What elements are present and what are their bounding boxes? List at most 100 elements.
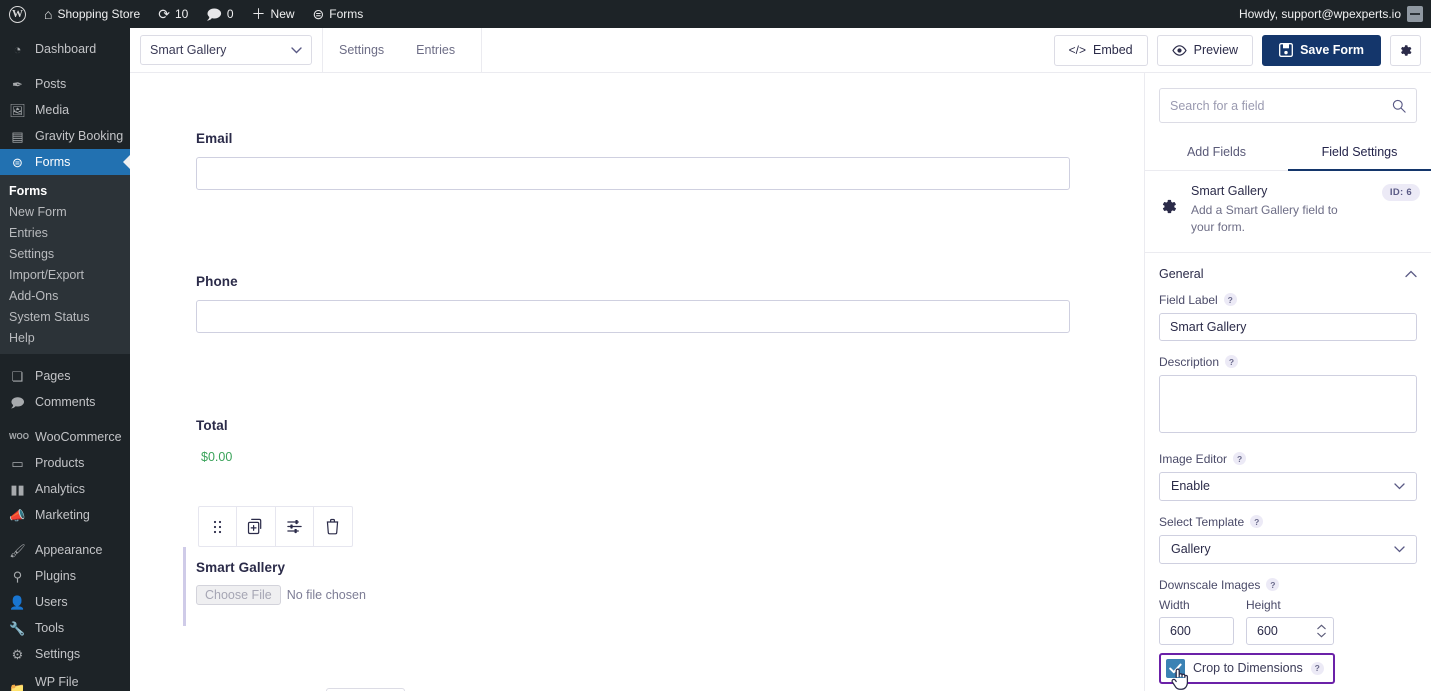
submenu-item-entries[interactable]: Entries — [0, 222, 130, 243]
site-name-menu[interactable]: ⌂ Shopping Store — [35, 0, 149, 28]
width-input[interactable] — [1159, 616, 1234, 645]
section-general-header[interactable]: General — [1145, 253, 1431, 293]
submenu-item-add-ons[interactable]: Add-Ons — [0, 285, 130, 306]
sidebar-item-woocommerce[interactable]: WOO WooCommerce — [0, 424, 130, 450]
new-content-menu[interactable]: ＋ New — [243, 0, 304, 28]
tab-add-fields[interactable]: Add Fields — [1145, 137, 1288, 170]
submenu-item-new-form[interactable]: New Form — [0, 201, 130, 222]
duplicate-glyph — [248, 518, 262, 535]
calendar-icon: ▤ — [11, 128, 24, 144]
sidebar-item-label: WP File Manager — [35, 675, 84, 691]
comment-icon: 🗩 — [10, 394, 25, 410]
sidebar-item-tools[interactable]: 🔧 Tools — [0, 615, 130, 641]
sidebar-item-dashboard[interactable]: ◔ Dashboard — [0, 36, 130, 62]
sidebar-item-media[interactable]: 🖼 Media — [0, 97, 130, 123]
form-switcher-select[interactable]: Smart Gallery — [140, 35, 312, 65]
stepper-up-icon[interactable] — [1317, 624, 1326, 630]
megaphone-icon: 📣 — [9, 507, 26, 523]
sidebar-item-comments[interactable]: 🗩 Comments — [0, 389, 130, 415]
select-template-select[interactable]: Gallery — [1159, 534, 1417, 564]
sidebar-item-label: Analytics — [35, 482, 86, 496]
label-text: Downscale Images — [1159, 577, 1261, 592]
choose-file-button[interactable]: Choose File — [196, 585, 281, 605]
crop-to-dimensions-row[interactable]: Crop to Dimensions ? — [1159, 652, 1335, 690]
adminbar-forms-menu[interactable]: ⊜ Forms — [304, 0, 373, 28]
sidebar-item-label: Media — [35, 103, 70, 117]
submenu-item-import-export[interactable]: Import/Export — [0, 264, 130, 285]
field-settings-icon[interactable] — [276, 507, 314, 546]
save-form-button[interactable]: Save Form — [1262, 34, 1381, 66]
sidebar-item-forms[interactable]: ⊜ Forms — [0, 149, 130, 175]
account-menu[interactable]: Howdy, support@wpexperts.io — [1239, 6, 1431, 22]
avatar — [1407, 6, 1423, 22]
quantity-stepper[interactable] — [1317, 624, 1326, 638]
tab-settings[interactable]: Settings — [323, 28, 400, 73]
wp-admin-bar: W ⌂ Shopping Store ⟳ 10 🗩 0 ＋ New ⊜ Form… — [0, 0, 1431, 28]
comments-menu[interactable]: 🗩 0 — [197, 0, 242, 28]
help-icon[interactable]: ? — [1233, 452, 1247, 466]
form-settings-gear-button[interactable] — [1390, 34, 1421, 66]
sidebar-item-label: Forms — [35, 155, 71, 169]
help-icon[interactable]: ? — [1310, 661, 1324, 675]
help-icon[interactable]: ? — [1266, 578, 1280, 592]
trash-icon[interactable] — [314, 507, 352, 546]
submenu-item-forms[interactable]: Forms — [0, 180, 130, 201]
updates-menu[interactable]: ⟳ 10 — [149, 0, 197, 28]
setting-downscale-images: Downscale Images ? Width Height — [1159, 577, 1417, 690]
sidebar-item-users[interactable]: 👤 Users — [0, 589, 130, 615]
sidebar-item-posts[interactable]: ✒ Posts — [0, 71, 130, 97]
label-text: Description — [1159, 354, 1220, 369]
sidebar-item-settings[interactable]: ⚙ Settings — [0, 641, 130, 667]
help-icon[interactable]: ? — [1225, 355, 1239, 369]
image-editor-select[interactable]: Enable — [1159, 471, 1417, 501]
updates-icon: ⟳ — [158, 6, 170, 22]
sidebar-item-gravity-booking[interactable]: ▤ Gravity Booking — [0, 123, 130, 149]
sidebar-item-analytics[interactable]: ▮▮ Analytics — [0, 476, 130, 502]
sidebar-item-label: Comments — [35, 395, 96, 409]
sidebar-item-label: Settings — [35, 647, 81, 661]
embed-button[interactable]: </> Embed — [1053, 34, 1148, 66]
settings-icon: ⚙ — [11, 646, 24, 662]
description-textarea[interactable] — [1159, 374, 1417, 433]
sidebar-item-label: Plugins — [35, 569, 76, 583]
new-label: New — [270, 7, 295, 21]
help-icon[interactable]: ? — [1250, 515, 1264, 529]
preview-button[interactable]: Preview — [1156, 34, 1254, 66]
search-input[interactable] — [1170, 98, 1392, 113]
form-field-smart-gallery-selected[interactable]: Smart Gallery Choose File No file chosen — [183, 547, 1215, 626]
form-field-phone[interactable]: Phone — [196, 274, 1070, 333]
submenu-item-help[interactable]: Help — [0, 327, 130, 348]
sidebar-item-plugins[interactable]: ⚲ Plugins — [0, 563, 130, 589]
updates-count: 10 — [174, 7, 189, 21]
chevron-down-icon — [291, 46, 302, 53]
email-input[interactable] — [196, 157, 1070, 190]
crop-to-dimensions-checkbox[interactable] — [1166, 658, 1185, 678]
submenu-item-settings[interactable]: Settings — [0, 243, 130, 264]
wp-logo-menu[interactable]: W — [0, 0, 35, 28]
duplicate-icon[interactable] — [237, 507, 276, 546]
help-icon[interactable]: ? — [1223, 293, 1237, 307]
tab-field-settings[interactable]: Field Settings — [1288, 137, 1431, 171]
field-label-input[interactable] — [1159, 312, 1417, 341]
sidebar-item-marketing[interactable]: 📣 Marketing — [0, 502, 130, 528]
drag-handle-icon[interactable] — [199, 507, 238, 546]
general-settings-body: Field Label ? Description ? Image Editor — [1145, 293, 1431, 690]
field-search[interactable] — [1159, 88, 1417, 123]
file-upload-row[interactable]: Choose File No file chosen — [196, 585, 1215, 605]
comment-icon: 🗩 — [206, 6, 222, 22]
form-field-total[interactable]: Total $0.00 — [196, 418, 232, 464]
form-field-email[interactable]: Email — [196, 131, 1070, 190]
sidebar-item-products[interactable]: ▭ Products — [0, 450, 130, 476]
field-label: Total — [196, 418, 228, 433]
folder-icon: 📁 — [9, 681, 26, 691]
sidebar-item-appearance[interactable]: 🖌 Appearance — [0, 537, 130, 563]
description-label: Description ? — [1159, 355, 1417, 369]
sidebar-item-pages[interactable]: ❏ Pages — [0, 363, 130, 389]
phone-input[interactable] — [196, 300, 1070, 333]
submenu-item-system-status[interactable]: System Status — [0, 306, 130, 327]
stepper-down-icon[interactable] — [1317, 632, 1326, 638]
height-label: Height — [1246, 597, 1281, 612]
tab-entries[interactable]: Entries — [400, 28, 471, 73]
image-editor-value: Enable — [1171, 479, 1210, 494]
sidebar-item-wp-file-manager[interactable]: 📁 WP File Manager — [0, 675, 130, 691]
